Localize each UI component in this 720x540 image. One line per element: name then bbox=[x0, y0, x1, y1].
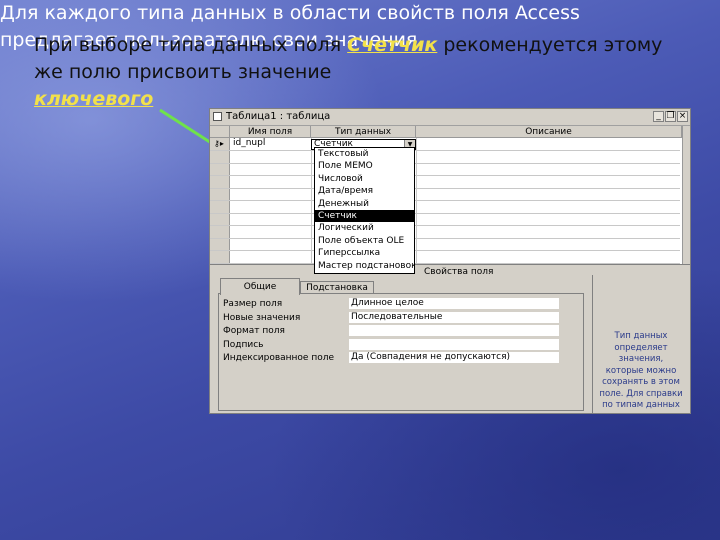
help-area: Тип данных определяет значения, которые … bbox=[592, 275, 686, 413]
access-table-window: Таблица1 : таблица _ ❐ × Имя поля Тип да… bbox=[209, 108, 691, 414]
property-value[interactable] bbox=[349, 325, 559, 336]
grid-row-line bbox=[210, 162, 680, 164]
window-title: Таблица1 : таблица bbox=[226, 111, 331, 122]
dropdown-option[interactable]: Поле объекта OLE bbox=[315, 235, 414, 247]
dropdown-option[interactable]: Счетчик bbox=[315, 209, 414, 223]
heading-highlight-counter: Счетчик bbox=[347, 34, 438, 56]
property-row[interactable]: Новые значения Последовательные bbox=[223, 311, 579, 324]
property-row[interactable]: Индексированное поле Да (Совпадения не до… bbox=[223, 352, 579, 364]
primary-key-icon: ⚷▸ bbox=[214, 139, 224, 148]
grid-scrollbar[interactable] bbox=[682, 126, 690, 264]
dropdown-option[interactable]: Денежный bbox=[315, 198, 414, 210]
property-label: Новые значения bbox=[223, 312, 301, 323]
grid-row-line bbox=[210, 200, 680, 201]
grid-row-line bbox=[210, 250, 680, 251]
property-row[interactable]: Формат поля bbox=[223, 325, 579, 337]
row-selector-column[interactable] bbox=[210, 138, 230, 264]
property-row[interactable]: Подпись bbox=[223, 338, 579, 351]
dropdown-option[interactable]: Гиперссылка bbox=[315, 247, 414, 259]
tab-general[interactable]: Общие bbox=[220, 278, 300, 295]
dropdown-option[interactable]: Числовой bbox=[315, 173, 414, 185]
grid-row-line bbox=[210, 225, 680, 226]
grid-row-line bbox=[210, 237, 680, 239]
heading-text-1: При выборе типа данных поля bbox=[34, 34, 348, 56]
grid-row-line bbox=[210, 187, 680, 189]
property-label: Подпись bbox=[223, 339, 264, 350]
dropdown-option[interactable]: Мастер подстановок... bbox=[315, 260, 414, 272]
property-value[interactable] bbox=[349, 338, 559, 350]
design-grid: Имя поля Тип данных Описание ⚷▸ id_nupl … bbox=[210, 126, 690, 264]
grid-row-line bbox=[210, 212, 680, 214]
minimize-button[interactable]: _ bbox=[653, 111, 664, 122]
grid-row-line bbox=[210, 150, 680, 151]
grid-row-line bbox=[210, 175, 680, 176]
window-titlebar: Таблица1 : таблица _ ❐ × bbox=[210, 109, 690, 126]
close-button[interactable]: × bbox=[677, 111, 688, 122]
header-field-name: Имя поля bbox=[230, 126, 311, 138]
dropdown-option[interactable]: Дата/время bbox=[315, 185, 414, 197]
header-description: Описание bbox=[416, 126, 682, 138]
field-name-cell[interactable]: id_nupl bbox=[230, 138, 265, 149]
row-selector-header bbox=[210, 126, 230, 138]
property-label: Индексированное поле bbox=[223, 353, 335, 363]
properties-grid: Размер поля Длинное целое Новые значения По… bbox=[218, 293, 584, 411]
restore-button[interactable]: ❐ bbox=[665, 111, 676, 122]
property-value[interactable]: Да (Совпадения не допускаются) bbox=[349, 352, 559, 363]
property-label: Размер поля bbox=[223, 299, 283, 309]
data-type-dropdown-list[interactable]: Текстовый Поле MEMO Числовой Дата/время Дене… bbox=[314, 147, 415, 274]
slide-heading: При выборе типа данных поля Счетчик реко… bbox=[34, 32, 694, 113]
property-value[interactable]: Длинное целое bbox=[349, 298, 559, 309]
heading-highlight-key: ключевого bbox=[34, 88, 154, 110]
field-properties-panel: Свойства поля Общие Подстановка Размер п… bbox=[210, 264, 690, 413]
property-value[interactable]: Последовательные bbox=[349, 311, 559, 323]
properties-title: Свойства поля bbox=[424, 267, 494, 277]
property-row[interactable]: Размер поля Длинное целое bbox=[223, 298, 579, 310]
property-label: Формат поля bbox=[223, 326, 285, 336]
dropdown-option[interactable]: Логический bbox=[315, 222, 414, 234]
header-data-type: Тип данных bbox=[311, 126, 416, 138]
dropdown-option[interactable]: Текстовый bbox=[315, 148, 414, 160]
table-icon bbox=[213, 112, 222, 121]
dropdown-option[interactable]: Поле MEMO bbox=[315, 160, 414, 172]
help-text: Тип данных определяет значения, которые … bbox=[599, 331, 683, 413]
